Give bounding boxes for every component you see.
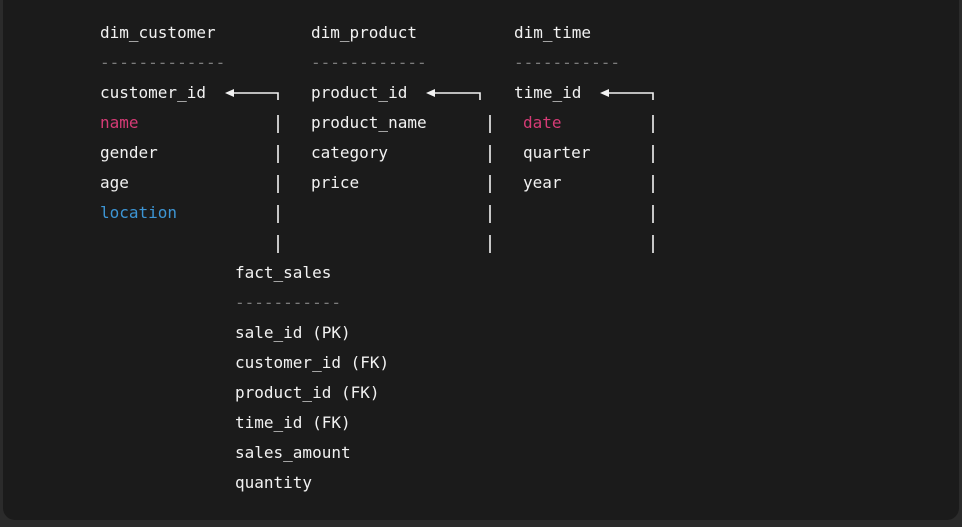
time-arrowhead-icon (600, 89, 609, 97)
time-connector-line (606, 92, 654, 100)
customer-arrowhead-icon (225, 89, 234, 97)
product-arrowhead-icon (426, 89, 435, 97)
product-connector-line (432, 92, 481, 100)
customer-connector-line (232, 92, 279, 100)
relationship-connectors (225, 89, 654, 253)
schema-diagram: dim_customer ------------- customer_id n… (0, 0, 962, 527)
